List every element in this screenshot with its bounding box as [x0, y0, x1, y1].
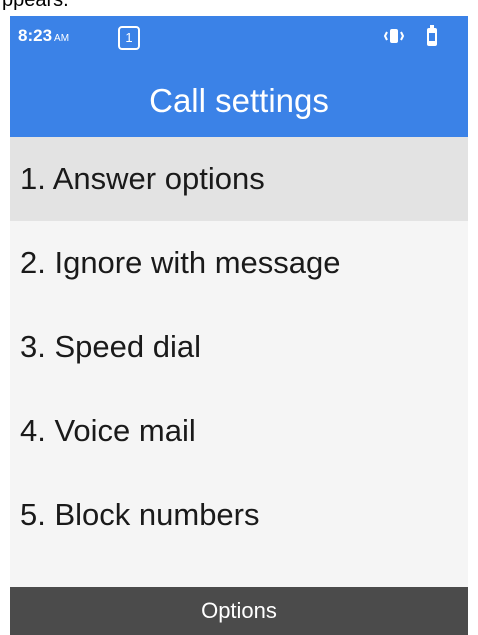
time-text: 8:23 — [18, 26, 53, 45]
softkey-bar: Options — [10, 587, 468, 635]
phone-screen: 8:23 AM 1 Call settings 1. Answer options… — [10, 16, 468, 635]
menu-item-voice-mail[interactable]: 4. Voice mail — [10, 389, 468, 473]
header: 8:23 AM 1 Call settings — [10, 16, 468, 137]
caption-text: ppears. — [2, 0, 69, 11]
battery-icon — [427, 25, 437, 46]
options-softkey[interactable]: Options — [201, 598, 277, 623]
ampm-text: AM — [54, 33, 70, 44]
vibrate-icon — [383, 29, 405, 43]
menu-item-answer-options[interactable]: 1. Answer options — [10, 137, 468, 221]
caption-fragment: ppears. — [0, 0, 478, 16]
menu-item-block-numbers[interactable]: 5. Block numbers — [10, 473, 468, 557]
page-title: Call settings — [149, 82, 329, 119]
menu-item-speed-dial[interactable]: 3. Speed dial — [10, 305, 468, 389]
status-time: 8:23 AM — [18, 26, 69, 46]
menu-item-ignore-with-message[interactable]: 2. Ignore with message — [10, 221, 468, 305]
status-bar: 8:23 AM 1 — [10, 16, 468, 56]
sim-slot-icon: 1 — [118, 26, 140, 50]
